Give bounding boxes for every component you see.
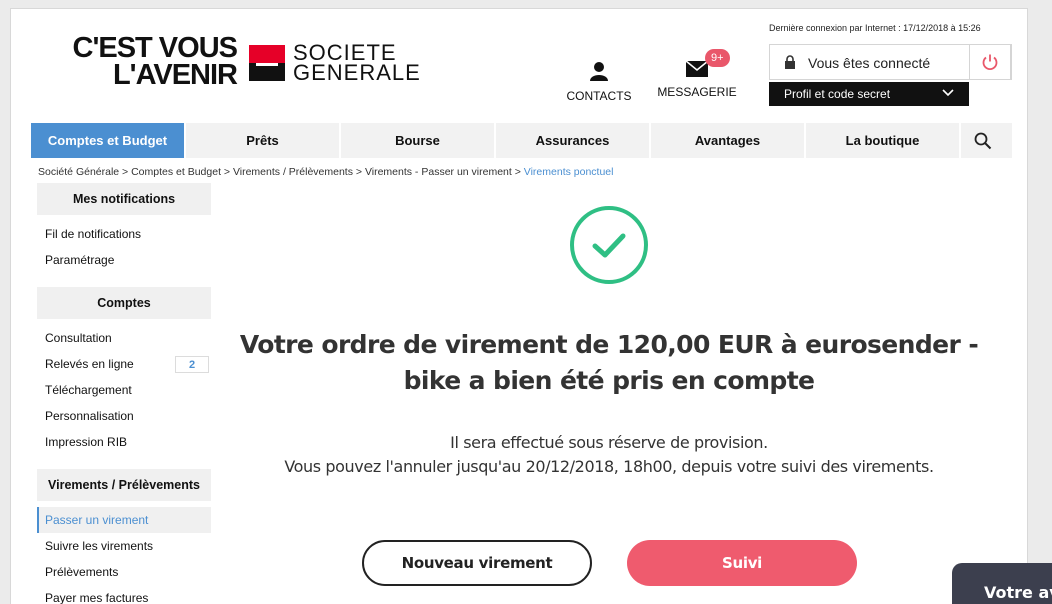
profil-label: Profil et code secret — [784, 87, 891, 101]
sidebar-section-title: Mes notifications — [37, 183, 211, 215]
sidebar-item-impression-rib[interactable]: Impression RIB — [37, 429, 211, 455]
sidebar-item-label: Relevés en ligne — [45, 357, 134, 371]
sidebar-item-payer-mes-factures[interactable]: Payer mes factures — [37, 585, 211, 604]
contacts-label: CONTACTS — [566, 89, 632, 103]
nav-prets[interactable]: Prêts — [186, 123, 341, 158]
nav-assurances[interactable]: Assurances — [496, 123, 651, 158]
sidebar: Mes notifications Fil de notifications P… — [37, 183, 211, 604]
search-button[interactable] — [961, 123, 1005, 158]
connected-box: Vous êtes connecté — [769, 44, 1012, 80]
profil-dropdown[interactable]: Profil et code secret — [769, 82, 969, 106]
connected-label: Vous êtes connecté — [808, 55, 931, 71]
chevron-down-icon — [942, 89, 954, 97]
sidebar-item-prelevements[interactable]: Prélèvements — [37, 559, 211, 585]
messagerie-label: MESSAGERIE — [657, 85, 737, 99]
messagerie-badge: 9+ — [705, 49, 730, 67]
sg-logo-icon[interactable] — [249, 45, 285, 81]
new-transfer-button[interactable]: Nouveau virement — [362, 540, 592, 586]
slogan-line-2: L'AVENIR — [112, 59, 238, 91]
confirmation-line-2: Vous pouvez l'annuler jusqu'au 20/12/201… — [284, 457, 934, 476]
nav-la-boutique[interactable]: La boutique — [806, 123, 961, 158]
sidebar-item-consultation[interactable]: Consultation — [37, 325, 211, 351]
brand-name[interactable]: SOCIETE GENERALE — [293, 42, 421, 85]
releves-count-badge: 2 — [175, 356, 209, 373]
sidebar-item-telechargement[interactable]: Téléchargement — [37, 377, 211, 403]
confirmation-line-1: Il sera effectué sous réserve de provisi… — [450, 433, 768, 452]
main-nav: Comptes et Budget Prêts Bourse Assurance… — [31, 123, 1012, 158]
nav-comptes-et-budget[interactable]: Comptes et Budget — [31, 123, 186, 158]
search-icon — [974, 132, 992, 149]
sidebar-section-title: Virements / Prélèvements — [37, 469, 211, 501]
sidebar-section-title: Comptes — [37, 287, 211, 319]
envelope-icon — [686, 61, 708, 77]
nav-bourse[interactable]: Bourse — [341, 123, 496, 158]
sidebar-item-personnalisation[interactable]: Personnalisation — [37, 403, 211, 429]
suivi-button[interactable]: Suivi — [627, 540, 857, 586]
breadcrumb-path[interactable]: Société Générale > Comptes et Budget > V… — [38, 166, 524, 178]
nav-avantages[interactable]: Avantages — [651, 123, 806, 158]
chat-widget[interactable]: Votre av — [952, 563, 1052, 604]
confirmation-title: Votre ordre de virement de 120,00 EUR à … — [239, 330, 979, 395]
breadcrumb: Société Générale > Comptes et Budget > V… — [38, 166, 613, 178]
sidebar-item-passer-un-virement[interactable]: Passer un virement — [37, 507, 211, 533]
page: C'EST VOUS L'AVENIR SOCIETE GENERALE CON… — [10, 8, 1028, 604]
sidebar-item-suivre-les-virements[interactable]: Suivre les virements — [37, 533, 211, 559]
slogan: C'EST VOUS L'AVENIR — [31, 32, 238, 91]
sidebar-item-fil-de-notifications[interactable]: Fil de notifications — [37, 221, 211, 247]
sidebar-item-parametrage[interactable]: Paramétrage — [37, 247, 211, 273]
power-icon — [982, 54, 998, 71]
logout-button[interactable] — [969, 44, 1011, 80]
slogan-line-1: C'EST VOUS — [72, 32, 238, 64]
messagerie-link[interactable]: 9+ MESSAGERIE — [653, 49, 741, 99]
last-login-text: Dernière connexion par Internet : 17/12/… — [769, 23, 981, 33]
lock-icon — [785, 55, 795, 69]
user-icon — [590, 62, 608, 81]
breadcrumb-current: Virements ponctuel — [523, 166, 614, 178]
confirmation-subtitle: Il sera effectué sous réserve de provisi… — [231, 431, 987, 479]
success-check-icon — [570, 206, 648, 284]
brand-line-2: GENERALE — [293, 60, 421, 85]
contacts-link[interactable]: CONTACTS — [563, 61, 635, 103]
sidebar-item-releves-en-ligne[interactable]: Relevés en ligne 2 — [37, 351, 211, 377]
